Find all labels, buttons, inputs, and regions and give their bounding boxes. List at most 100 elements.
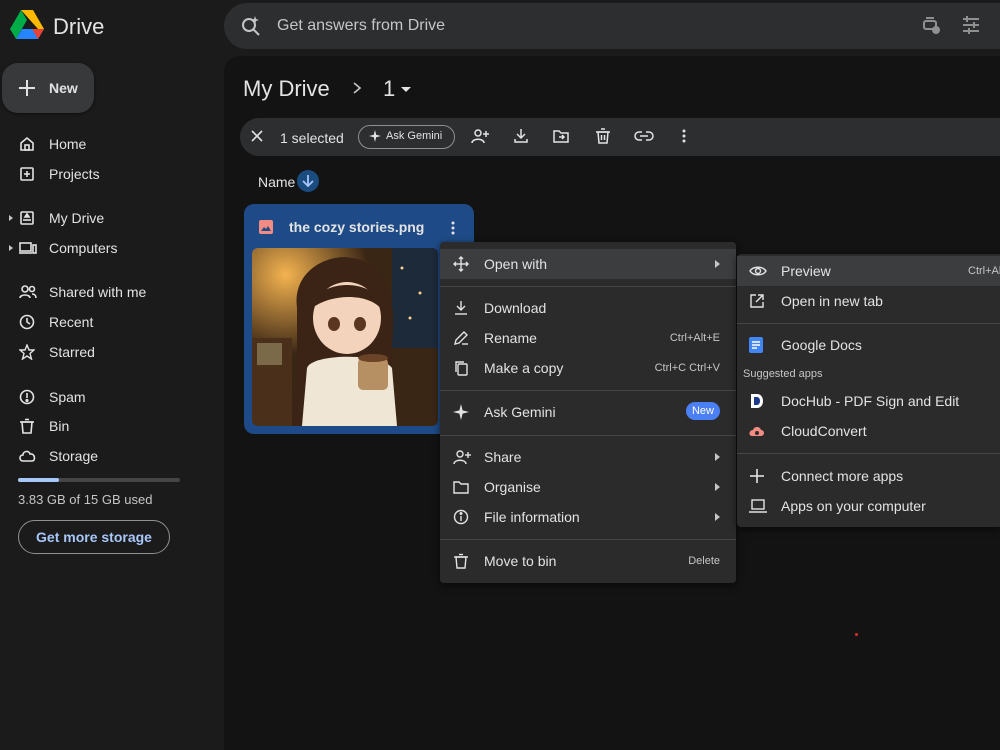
name-column-header[interactable]: Name: [258, 174, 295, 190]
file-name: the cozy stories.png: [289, 219, 425, 235]
sidebar-item-shared-with-me[interactable]: Shared with me: [0, 277, 210, 307]
search-options-icon[interactable]: [921, 15, 941, 35]
sidebar-item-starred[interactable]: Starred: [0, 337, 210, 367]
open-with-icon: [453, 256, 469, 272]
menu-item-organise[interactable]: Organise: [440, 472, 736, 502]
file-thumbnail[interactable]: [252, 248, 438, 426]
star-icon: [19, 344, 35, 360]
get-more-storage-button[interactable]: Get more storage: [18, 520, 170, 554]
new-button[interactable]: [2, 63, 94, 113]
projects-icon: [19, 166, 35, 182]
image-file-icon: [258, 219, 274, 235]
sidebar-item-my-drive[interactable]: My Drive: [0, 203, 210, 233]
link-icon[interactable]: [634, 127, 654, 145]
person-add-icon: [453, 449, 471, 465]
submenu-item-dochub[interactable]: DocHub - PDF Sign and Edit: [737, 386, 1000, 416]
menu-divider: [440, 390, 736, 391]
sparkle-icon: [453, 404, 469, 420]
storage-usage-fill: [18, 478, 59, 482]
more-options-icon[interactable]: [680, 127, 688, 145]
breadcrumb-current-folder[interactable]: 1: [383, 76, 395, 102]
sort-direction-button[interactable]: [297, 170, 319, 192]
chevron-right-icon: [715, 260, 720, 268]
more-options-icon[interactable]: [449, 219, 457, 237]
copy-icon: [453, 360, 469, 376]
menu-divider: [440, 435, 736, 436]
menu-divider: [737, 323, 1000, 324]
download-icon: [453, 300, 469, 316]
trash-icon: [19, 418, 35, 434]
menu-item-share[interactable]: Share: [440, 442, 736, 472]
expand-caret-icon[interactable]: [9, 245, 13, 251]
info-icon: [453, 509, 469, 525]
new-button-label: New: [49, 80, 78, 96]
pencil-icon: [453, 330, 469, 346]
my-drive-icon: [19, 210, 35, 226]
trash-icon: [453, 553, 469, 569]
arrow-down-icon: [302, 175, 314, 188]
sidebar-item-computers[interactable]: Computers: [0, 233, 210, 263]
app-title: Drive: [53, 14, 105, 39]
menu-item-file-information[interactable]: File information: [440, 502, 736, 532]
selection-count: 1 selected: [280, 130, 344, 146]
menu-divider: [440, 539, 736, 540]
open-in-new-icon: [749, 293, 765, 309]
home-icon: [19, 136, 35, 152]
breadcrumb-my-drive[interactable]: My Drive: [243, 76, 330, 102]
menu-divider: [737, 453, 1000, 454]
people-icon: [19, 284, 37, 300]
sidebar-item-home[interactable]: Home: [0, 129, 210, 159]
storage-usage-text: 3.83 GB of 15 GB used: [18, 492, 153, 507]
google-docs-icon: [749, 337, 763, 353]
move-to-folder-icon[interactable]: [552, 127, 570, 145]
laptop-icon: [749, 498, 767, 514]
plus-icon: [749, 468, 765, 484]
sidebar-item-spam[interactable]: Spam: [0, 382, 210, 412]
cloudconvert-icon: [749, 423, 765, 439]
spam-icon: [19, 389, 35, 405]
search-sparkle-icon[interactable]: [240, 14, 262, 36]
menu-item-rename[interactable]: Rename Ctrl+Alt+E: [440, 323, 736, 353]
chevron-right-icon: [715, 453, 720, 461]
sidebar-item-storage[interactable]: Storage: [0, 441, 210, 471]
menu-item-ask-gemini[interactable]: Ask Gemini New: [440, 397, 736, 427]
search-input[interactable]: Get answers from Drive: [277, 17, 445, 35]
menu-item-open-with[interactable]: Open with: [440, 249, 736, 279]
tune-icon[interactable]: [961, 15, 981, 35]
cursor-dot: [855, 633, 858, 636]
computers-icon: [19, 240, 37, 256]
plus-icon: [18, 79, 36, 97]
menu-item-move-to-bin[interactable]: Move to bin Delete: [440, 546, 736, 576]
download-icon[interactable]: [512, 127, 530, 145]
cloud-icon: [19, 448, 37, 464]
dochub-icon: [749, 393, 765, 409]
drive-logo-icon[interactable]: [10, 10, 44, 40]
submenu-item-connect-more-apps[interactable]: Connect more apps: [737, 461, 1000, 491]
close-icon[interactable]: [250, 129, 264, 143]
sparkle-icon: [369, 130, 381, 142]
menu-item-download[interactable]: Download: [440, 293, 736, 323]
new-badge: New: [686, 402, 720, 420]
submenu-item-open-new-tab[interactable]: Open in new tab: [737, 286, 1000, 316]
submenu-item-apps-on-computer[interactable]: Apps on your computer: [737, 491, 1000, 521]
sidebar-item-projects[interactable]: Projects: [0, 159, 210, 189]
expand-caret-icon[interactable]: [9, 215, 13, 221]
trash-icon[interactable]: [594, 127, 612, 145]
chevron-right-icon: [350, 80, 364, 96]
menu-item-make-copy[interactable]: Make a copy Ctrl+C Ctrl+V: [440, 353, 736, 383]
chevron-right-icon: [715, 513, 720, 521]
sidebar-item-bin[interactable]: Bin: [0, 411, 210, 441]
clock-icon: [19, 314, 35, 330]
eye-icon: [749, 263, 767, 279]
selection-toolbar: [240, 118, 1000, 156]
submenu-item-google-docs[interactable]: Google Docs: [737, 330, 1000, 360]
folder-icon: [453, 479, 469, 495]
submenu-item-preview[interactable]: Preview Ctrl+Alt+P: [737, 256, 1000, 286]
folder-dropdown-icon[interactable]: [401, 87, 411, 92]
sidebar-item-recent[interactable]: Recent: [0, 307, 210, 337]
share-person-add-icon[interactable]: [471, 127, 489, 145]
suggested-apps-heading: Suggested apps: [743, 368, 823, 380]
menu-divider: [440, 286, 736, 287]
chevron-right-icon: [715, 483, 720, 491]
submenu-item-cloudconvert[interactable]: CloudConvert: [737, 416, 1000, 446]
